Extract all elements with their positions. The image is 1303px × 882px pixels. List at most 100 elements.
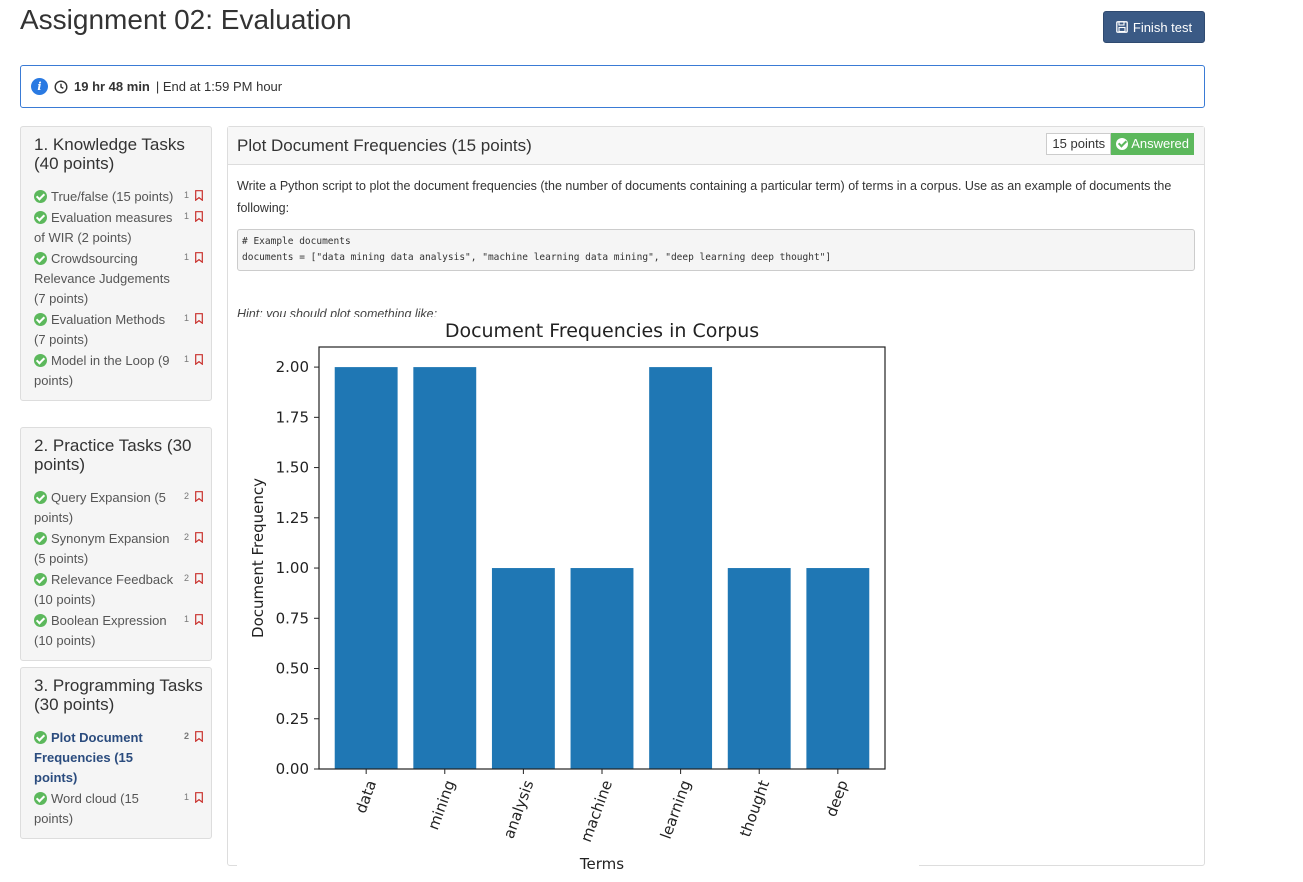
answered-badge: Answered [1111,133,1194,155]
question-panel: Plot Document Frequencies (15 points) 15… [227,126,1205,877]
bookmark-icon[interactable] [195,354,203,365]
section-practice-tasks: 2. Practice Tasks (30 points) Query Expa… [20,427,212,661]
check-icon [34,614,47,627]
nav-item-word-cloud[interactable]: Word cloud (15 points) 1 [34,789,203,829]
page-title: Assignment 02: Evaluation [20,4,352,35]
item-points: 2 [183,573,189,583]
check-icon [34,313,47,326]
timer-bar: i 19 hr 48 min | End at 1:59 PM hour [20,65,1205,108]
nav-item-label: Evaluation Methods (7 points) [34,312,166,347]
chart-bar [570,568,634,769]
info-icon: i [31,78,48,95]
nav-item-label: Synonym Expansion (5 points) [34,531,170,566]
check-icon [34,573,47,586]
y-tick-label: 2.00 [276,358,309,376]
y-tick-label: 1.75 [276,408,309,426]
bookmark-icon[interactable] [195,252,203,263]
check-circle-icon [1116,138,1129,150]
chart-bar [806,568,870,769]
check-icon [34,491,47,504]
nav-item-synonym-expansion[interactable]: Synonym Expansion (5 points) 2 [34,529,203,569]
save-icon [1116,21,1128,33]
section-title: 2. Practice Tasks (30 points) [34,436,192,474]
section-title: 1. Knowledge Tasks (40 points) [34,135,185,173]
bookmark-icon[interactable] [195,491,203,502]
nav-item-query-expansion[interactable]: Query Expansion (5 points) 2 [34,488,203,528]
item-points: 1 [183,354,189,364]
nav-item-label: Evaluation measures of WIR (2 points) [34,210,173,245]
x-tick-label: learning [657,778,695,842]
nav-item-crowdsourcing[interactable]: Crowdsourcing Relevance Judgements (7 po… [34,249,203,309]
nav-item-label: Word cloud (15 points) [34,791,139,826]
nav-item-relevance-feedback[interactable]: Relevance Feedback (10 points) 2 [34,570,203,610]
check-icon [34,211,47,224]
bookmark-icon[interactable] [195,792,203,803]
question-badges: 15 points Answered [1046,133,1194,155]
nav-item-evaluation-measures[interactable]: Evaluation measures of WIR (2 points) 1 [34,208,203,248]
nav-item-label: Boolean Expression (10 points) [34,613,167,648]
code-line: # Example documents [242,236,351,247]
bar-chart: Document Frequencies in Corpus data mining… [249,320,886,873]
check-icon [34,354,47,367]
question-title: Plot Document Frequencies (15 points) [237,135,532,155]
chart-bar [727,568,791,769]
item-points: 1 [183,792,189,802]
x-tick-label: mining [424,778,459,833]
section-title: 3. Programming Tasks (30 points) [34,676,203,714]
bookmark-icon[interactable] [195,573,203,584]
finish-test-button[interactable]: Finish test [1103,11,1205,43]
nav-item-label: Relevance Feedback (10 points) [34,572,174,607]
x-tick-label: deep [822,778,852,819]
item-points: 2 [183,491,189,501]
y-tick-label: 0.25 [276,710,309,728]
nav-item-true-false[interactable]: True/false (15 points) 1 [34,187,203,207]
question-text: Write a Python script to plot the docume… [237,179,1172,215]
bookmark-icon[interactable] [195,731,203,742]
bookmark-icon[interactable] [195,532,203,543]
nav-item-label: Query Expansion (5 points) [34,490,166,525]
clock-icon [54,79,68,94]
x-tick-label: analysis [500,778,538,841]
chart-title: Document Frequencies in Corpus [445,320,759,342]
chart-bar [413,367,477,769]
chart-bar [649,367,713,769]
check-icon [34,731,47,744]
y-tick-label: 0.00 [276,760,309,778]
finish-test-label: Finish test [1132,19,1193,35]
x-axis-label: Terms [579,855,624,873]
check-icon [34,532,47,545]
code-block: # Example documents documents = ["data mi… [237,229,1195,271]
time-remaining: 19 hr 48 min [74,79,150,94]
nav-item-label: Plot Document Frequencies (15 points) [34,730,143,785]
bookmark-icon[interactable] [195,313,203,324]
check-icon [34,190,47,203]
chart-image: Document Frequencies in Corpus data mining… [237,317,919,877]
item-points: 1 [183,313,189,323]
x-tick-label: machine [577,778,616,845]
nav-item-label: True/false (15 points) [51,189,174,204]
y-tick-label: 1.50 [276,459,309,477]
nav-item-evaluation-methods[interactable]: Evaluation Methods (7 points) 1 [34,310,203,350]
section-programming-tasks: 3. Programming Tasks (30 points) Plot Do… [20,667,212,839]
end-time: | End at 1:59 PM hour [155,79,283,94]
check-icon [34,252,47,265]
chart-bar [334,367,398,769]
bookmark-icon[interactable] [195,190,203,201]
item-points: 1 [183,190,189,200]
item-points: 1 [183,614,189,624]
code-line: documents = ["data mining data analysis"… [242,252,832,263]
item-points: 1 [183,211,189,221]
y-tick-label: 1.00 [276,559,309,577]
bookmark-icon[interactable] [195,211,203,222]
bookmark-icon[interactable] [195,614,203,625]
question-header: Plot Document Frequencies (15 points) 15… [228,127,1204,165]
nav-item-label: Crowdsourcing Relevance Judgements (7 po… [34,251,170,306]
points-badge: 15 points [1046,133,1112,155]
nav-item-plot-document-frequencies[interactable]: Plot Document Frequencies (15 points) 2 [34,728,203,788]
item-points: 1 [183,252,189,262]
nav-item-model-in-loop[interactable]: Model in the Loop (9 points) 1 [34,351,203,391]
item-points: 2 [183,532,189,542]
check-icon [34,792,47,805]
y-tick-label: 1.25 [276,509,309,527]
nav-item-boolean-expression[interactable]: Boolean Expression (10 points) 1 [34,611,203,651]
